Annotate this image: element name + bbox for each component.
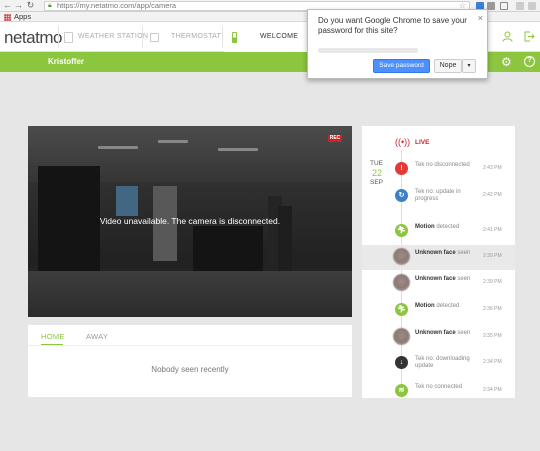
motion-icon: 🏃︎: [395, 303, 408, 316]
netatmo-logo[interactable]: netatmo: [4, 28, 62, 48]
timeline-event[interactable]: ≋ Tek no connected 2:34 PM: [362, 379, 515, 398]
event-description: Unknown face seen: [415, 250, 471, 256]
face-thumbnail: [393, 328, 410, 345]
save-password-button[interactable]: Save password: [373, 59, 430, 73]
face-thumbnail: [393, 248, 410, 265]
event-time: 2:39 PM: [483, 253, 502, 259]
timeline-event[interactable]: Unknown face seen 2:39 PM: [362, 271, 515, 296]
tab-home[interactable]: HOME: [41, 332, 65, 341]
menu-icon[interactable]: [528, 2, 536, 10]
update-icon: ↻: [395, 189, 408, 202]
camera-status-message: Video unavailable. The camera is disconn…: [99, 216, 281, 226]
apps-bookmark[interactable]: Apps: [14, 12, 31, 22]
event-time: 2:43 PM: [483, 165, 502, 171]
divider: [28, 345, 352, 346]
event-timeline[interactable]: ((•)) LIVE TUE 22 SEP ! Tek no disconnect…: [362, 126, 515, 398]
event-time: 2:34 PM: [483, 359, 502, 365]
more-options-button[interactable]: ▾: [462, 59, 476, 73]
timeline-event[interactable]: 🏃︎ Motion detected 2:41 PM: [362, 219, 515, 244]
timeline-event[interactable]: ! Tek no disconnected 2:43 PM: [362, 157, 515, 182]
timeline-event[interactable]: ↓ Tek no: downloading update 2:34 PM: [362, 351, 515, 376]
event-time: 2:39 PM: [483, 279, 502, 285]
event-time: 2:35 PM: [483, 333, 502, 339]
home-name[interactable]: Kristoffer: [48, 52, 84, 72]
timeline-event[interactable]: Unknown face seen 2:35 PM: [362, 325, 515, 350]
tab-thermostat[interactable]: THERMOSTAT: [150, 22, 222, 52]
event-description: Tek no disconnected: [415, 162, 470, 168]
face-thumbnail: [393, 274, 410, 291]
back-icon[interactable]: ←: [3, 1, 12, 10]
live-broadcast-icon: ((•)): [395, 137, 411, 147]
divider: [222, 26, 223, 48]
forward-icon[interactable]: →: [14, 1, 23, 10]
event-description: Tek no connected: [415, 384, 463, 390]
rec-badge: REC: [328, 135, 342, 142]
gear-icon[interactable]: ⚙: [501, 56, 513, 68]
wifi-icon: ≋: [395, 384, 408, 397]
event-time: 2:34 PM: [483, 387, 502, 393]
user-icon[interactable]: [502, 31, 513, 42]
event-description: Tek no: downloading update: [415, 356, 470, 369]
cast-icon[interactable]: [500, 2, 508, 10]
help-icon[interactable]: ?: [524, 56, 535, 67]
event-description: Unknown face seen: [415, 276, 471, 282]
event-time: 2:41 PM: [483, 227, 502, 233]
event-time: 2:36 PM: [483, 306, 502, 312]
lock-icon: 🔒︎: [48, 2, 52, 9]
apps-grid-icon[interactable]: [4, 14, 11, 21]
tab-welcome[interactable]: WELCOME: [224, 22, 308, 52]
reload-icon[interactable]: ↻: [26, 1, 35, 10]
tab-weather-station[interactable]: WEATHER STATION: [64, 22, 148, 52]
extension-icon[interactable]: [487, 2, 495, 10]
alert-icon: !: [395, 162, 408, 175]
logout-icon[interactable]: [524, 31, 535, 42]
nope-button[interactable]: Nope: [434, 59, 462, 73]
event-time: 2:42 PM: [483, 192, 502, 198]
divider: [142, 26, 143, 48]
event-description: Motion detected: [415, 303, 460, 309]
event-description: Tek no: update in progress: [415, 189, 461, 202]
weather-station-icon: [64, 32, 73, 43]
popup-question: Do you want Google Chrome to save your p…: [318, 16, 467, 35]
timeline-event[interactable]: 🏃︎ Motion detected 2:36 PM: [362, 298, 515, 323]
url-text: https://my.netatmo.com/app/camera: [57, 1, 177, 10]
empty-presence-message: Nobody seen recently: [151, 365, 229, 374]
timeline-event[interactable]: ↻ Tek no: update in progress 2:42 PM: [362, 184, 515, 209]
minimize-icon[interactable]: [516, 2, 524, 10]
motion-icon: 🏃︎: [395, 224, 408, 237]
event-description: Unknown face seen: [415, 330, 471, 336]
thermostat-icon: [150, 33, 159, 42]
timeline-event[interactable]: Unknown face seen 2:39 PM: [362, 245, 515, 270]
close-icon[interactable]: ×: [478, 13, 483, 23]
blurred-username: [318, 48, 418, 53]
tab-away[interactable]: AWAY: [86, 332, 108, 341]
download-icon: ↓: [395, 356, 408, 369]
event-description: Motion detected: [415, 224, 460, 230]
welcome-camera-icon: [232, 32, 237, 43]
camera-view[interactable]: REC Video unavailable. The camera is dis…: [28, 126, 352, 317]
presence-panel: HOME AWAY Nobody seen recently: [28, 325, 352, 397]
live-label[interactable]: LIVE: [415, 139, 429, 146]
divider: [58, 26, 59, 48]
